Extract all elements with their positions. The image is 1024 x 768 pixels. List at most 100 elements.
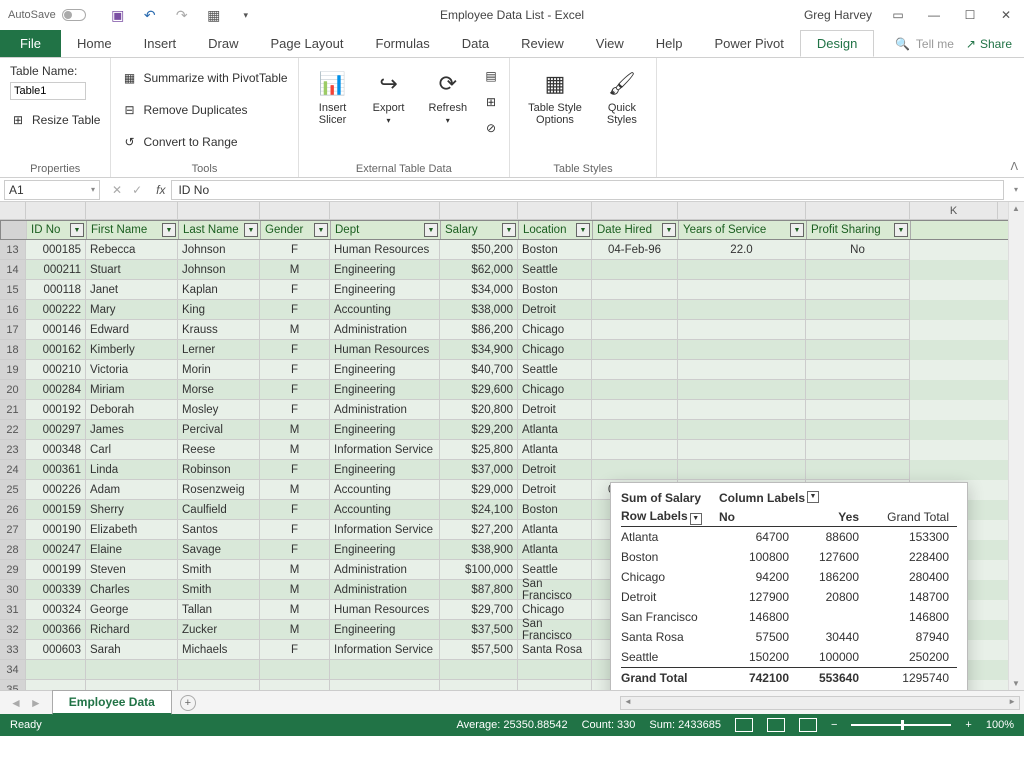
col-header[interactable] — [678, 202, 806, 219]
tab-data[interactable]: Data — [446, 30, 505, 57]
customize-qat-icon[interactable]: ▾ — [238, 7, 254, 23]
filter-dropdown-icon[interactable]: ▼ — [70, 223, 84, 237]
resize-table-button[interactable]: ⊞ Resize Table — [10, 112, 100, 128]
table-row[interactable]: 16000222MaryKingFAccounting$38,000Detroi… — [0, 300, 1024, 320]
zoom-slider[interactable] — [851, 724, 951, 726]
tab-design[interactable]: Design — [800, 30, 874, 57]
undo-icon[interactable]: ↶ — [142, 7, 158, 23]
zoom-level[interactable]: 100% — [986, 719, 1014, 731]
zoom-out-icon[interactable]: − — [831, 719, 837, 731]
page-break-icon[interactable] — [799, 718, 817, 732]
page-layout-icon[interactable] — [767, 718, 785, 732]
col-header[interactable] — [86, 202, 178, 219]
filter-dropdown-icon[interactable]: ▼ — [424, 223, 438, 237]
select-all-corner[interactable] — [0, 202, 26, 219]
tell-me-search[interactable]: 🔍 Tell me — [895, 37, 954, 51]
prev-sheet-icon[interactable]: ◄ — [10, 696, 22, 710]
tab-help[interactable]: Help — [640, 30, 699, 57]
tab-formulas[interactable]: Formulas — [360, 30, 446, 57]
share-button[interactable]: ↗ Share — [966, 37, 1012, 51]
enter-icon[interactable]: ✓ — [132, 183, 142, 197]
tab-draw[interactable]: Draw — [192, 30, 254, 57]
col-header[interactable] — [518, 202, 592, 219]
filter-dropdown-icon[interactable]: ▼ — [244, 223, 258, 237]
col-header[interactable] — [806, 202, 910, 219]
touch-mode-icon[interactable]: ▦ — [206, 7, 222, 23]
col-header[interactable] — [330, 202, 440, 219]
insert-slicer-button[interactable]: 📊 Insert Slicer — [309, 64, 357, 161]
ribbon-display-icon[interactable]: ▭ — [888, 5, 908, 25]
tab-review[interactable]: Review — [505, 30, 580, 57]
status-average: Average: 25350.88542 — [456, 719, 567, 731]
group-tools-label: Tools — [121, 161, 287, 175]
export-button[interactable]: ↪ Export▾ — [365, 64, 413, 161]
expand-formula-icon[interactable]: ▾ — [1008, 185, 1024, 194]
quick-styles-button[interactable]: 🖌 Quick Styles — [598, 64, 646, 161]
next-sheet-icon[interactable]: ► — [30, 696, 42, 710]
table-row[interactable]: 23000348CarlReeseMInformation Service$25… — [0, 440, 1024, 460]
refresh-button[interactable]: ⟳ Refresh▾ — [421, 64, 476, 161]
maximize-icon[interactable]: ☐ — [960, 5, 980, 25]
filter-dropdown-icon[interactable]: ▼ — [162, 223, 176, 237]
table-row[interactable]: 20000284MiriamMorseFEngineering$29,600Ch… — [0, 380, 1024, 400]
worksheet-grid[interactable]: K ID No▼ First Name▼ Last Name▼ Gender▼ … — [0, 202, 1024, 690]
table-row[interactable]: 19000210VictoriaMorinFEngineering$40,700… — [0, 360, 1024, 380]
dropdown-icon[interactable]: ▼ — [807, 491, 819, 503]
tab-page-layout[interactable]: Page Layout — [255, 30, 360, 57]
filter-dropdown-icon[interactable]: ▼ — [894, 223, 908, 237]
slicer-icon: 📊 — [317, 68, 349, 100]
table-row[interactable]: 24000361LindaRobinsonFEngineering$37,000… — [0, 460, 1024, 480]
redo-icon[interactable]: ↷ — [174, 7, 190, 23]
col-header[interactable] — [178, 202, 260, 219]
autosave-toggle[interactable]: AutoSave — [8, 9, 86, 21]
minimize-icon[interactable]: — — [924, 5, 944, 25]
dropdown-icon[interactable]: ▼ — [690, 513, 702, 525]
user-name[interactable]: Greg Harvey — [804, 8, 872, 22]
filter-dropdown-icon[interactable]: ▼ — [502, 223, 516, 237]
open-browser-icon[interactable]: ⊞ — [483, 94, 499, 110]
table-row[interactable]: 17000146EdwardKraussMAdministration$86,2… — [0, 320, 1024, 340]
horizontal-scrollbar[interactable] — [620, 696, 1020, 710]
table-name-input[interactable] — [10, 82, 86, 100]
table-row[interactable]: 13000185RebeccaJohnsonFHuman Resources$5… — [0, 240, 1024, 260]
col-header[interactable] — [26, 202, 86, 219]
refresh-icon: ⟳ — [432, 68, 464, 100]
filter-dropdown-icon[interactable]: ▼ — [314, 223, 328, 237]
table-row[interactable]: 15000118JanetKaplanFEngineering$34,000Bo… — [0, 280, 1024, 300]
add-sheet-button[interactable]: + — [180, 695, 196, 711]
table-row[interactable]: 14000211StuartJohnsonMEngineering$62,000… — [0, 260, 1024, 280]
table-row[interactable]: 21000192DeborahMosleyFAdministration$20,… — [0, 400, 1024, 420]
tab-file[interactable]: File — [0, 30, 61, 57]
tab-view[interactable]: View — [580, 30, 640, 57]
col-header-k[interactable]: K — [910, 202, 998, 219]
convert-range-button[interactable]: ↺Convert to Range — [121, 130, 287, 154]
summarize-pivottable-button[interactable]: ▦Summarize with PivotTable — [121, 66, 287, 90]
remove-duplicates-button[interactable]: ⊟Remove Duplicates — [121, 98, 287, 122]
normal-view-icon[interactable] — [735, 718, 753, 732]
collapse-ribbon-icon[interactable]: ᐱ — [1010, 160, 1018, 173]
formula-input[interactable]: ID No — [171, 180, 1004, 200]
col-header[interactable] — [260, 202, 330, 219]
col-header[interactable] — [592, 202, 678, 219]
properties-icon[interactable]: ▤ — [483, 68, 499, 84]
sheet-tab-employee-data[interactable]: Employee Data — [52, 690, 172, 715]
tab-insert[interactable]: Insert — [128, 30, 193, 57]
vertical-scrollbar[interactable] — [1008, 202, 1024, 690]
table-row[interactable]: 18000162KimberlyLernerFHuman Resources$3… — [0, 340, 1024, 360]
save-icon[interactable]: ▣ — [110, 7, 126, 23]
cancel-icon[interactable]: ✕ — [112, 183, 122, 197]
close-icon[interactable]: ✕ — [996, 5, 1016, 25]
tab-home[interactable]: Home — [61, 30, 128, 57]
unlink-icon[interactable]: ⊘ — [483, 120, 499, 136]
filter-dropdown-icon[interactable]: ▼ — [790, 223, 804, 237]
table-style-options-button[interactable]: ▦ Table Style Options — [520, 64, 590, 161]
table-row[interactable]: 22000297JamesPercivalMEngineering$29,200… — [0, 420, 1024, 440]
filter-dropdown-icon[interactable]: ▼ — [576, 223, 590, 237]
filter-dropdown-icon[interactable]: ▼ — [662, 223, 676, 237]
table-header-row: ID No▼ First Name▼ Last Name▼ Gender▼ De… — [0, 220, 1024, 240]
name-box[interactable]: A1▾ — [4, 180, 100, 200]
col-header[interactable] — [440, 202, 518, 219]
zoom-in-icon[interactable]: + — [965, 719, 971, 731]
tab-power-pivot[interactable]: Power Pivot — [699, 30, 800, 57]
fx-icon[interactable]: fx — [150, 183, 171, 197]
